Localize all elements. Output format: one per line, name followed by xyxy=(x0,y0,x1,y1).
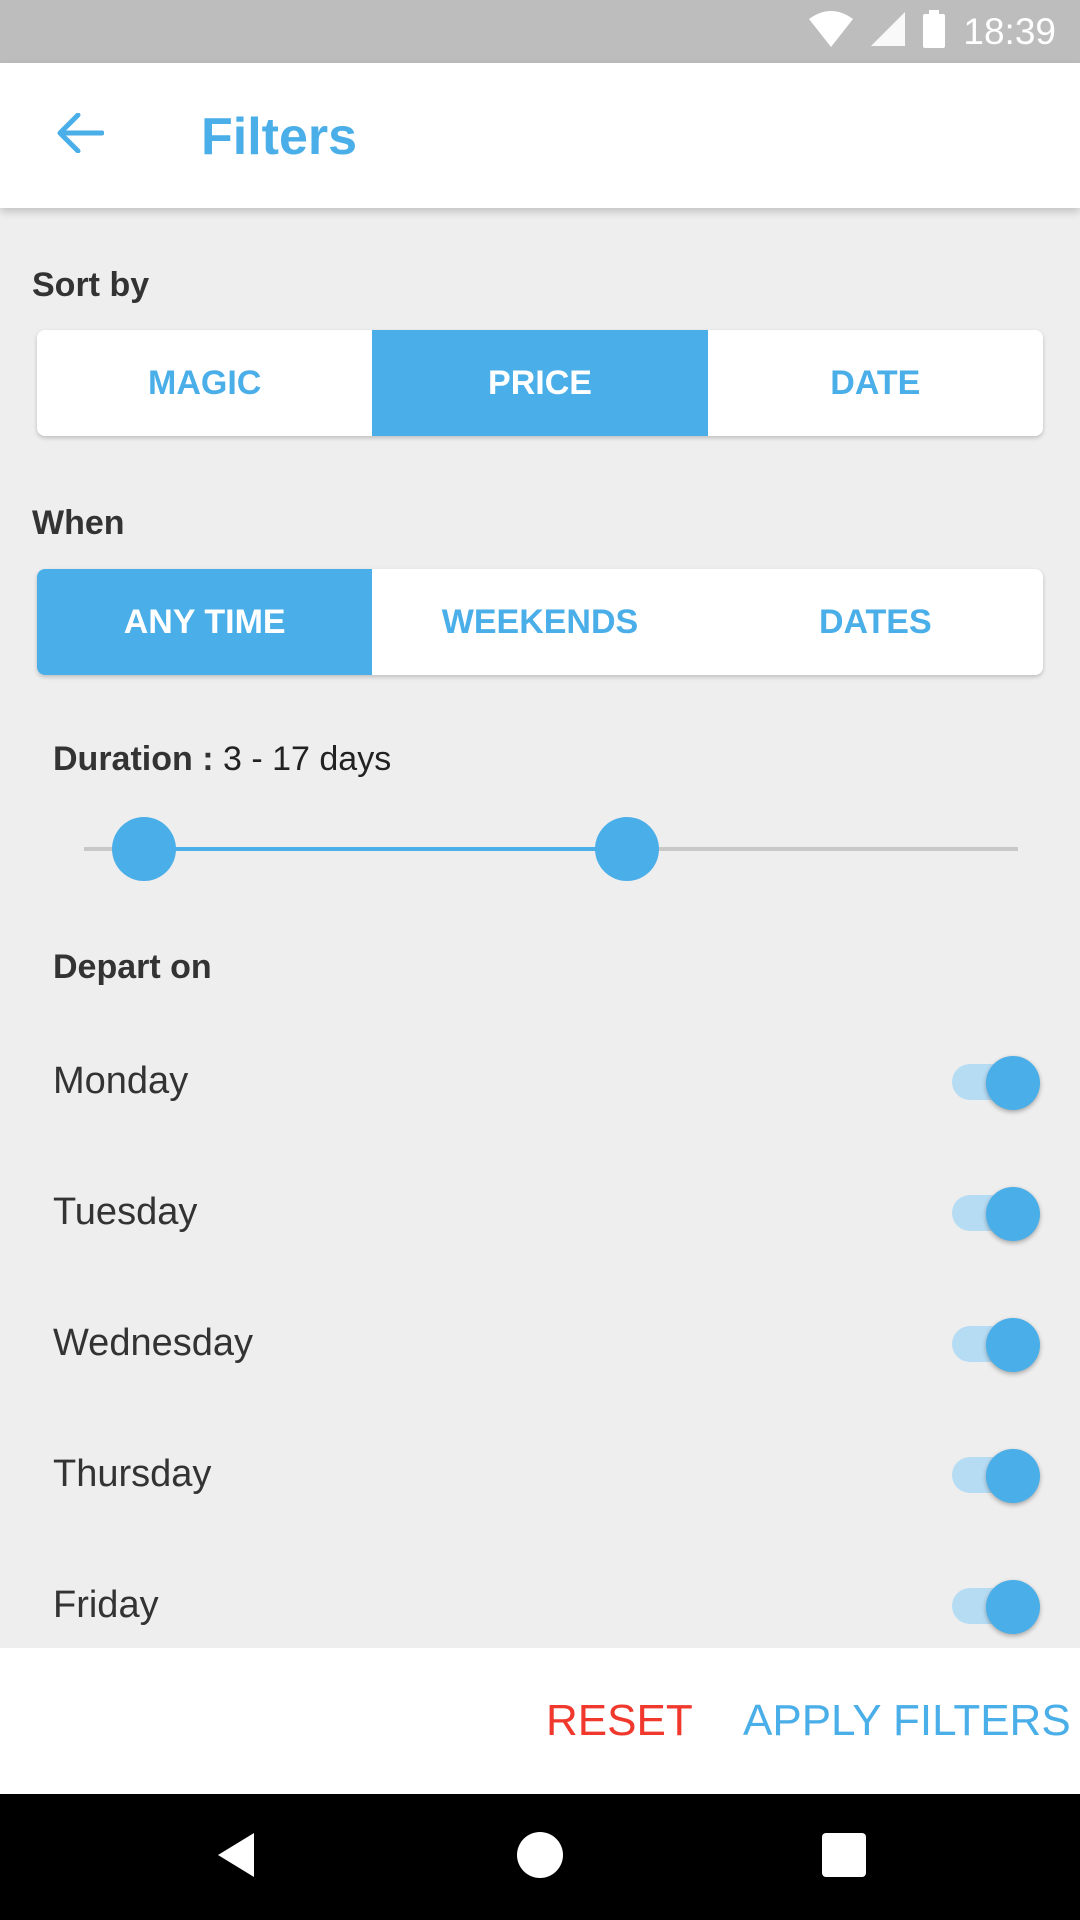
day-row-wednesday: Wednesday xyxy=(0,1278,1080,1409)
when-option-weekends[interactable]: WEEKENDS xyxy=(372,569,707,675)
toggle-knob xyxy=(986,1317,1040,1372)
status-time: 18:39 xyxy=(963,10,1056,52)
day-label: Monday xyxy=(53,1060,189,1102)
when-option-dates[interactable]: DATES xyxy=(708,569,1043,675)
when-segmented-control: ANY TIME WEEKENDS DATES xyxy=(37,569,1043,675)
duration-slider-fill xyxy=(144,847,627,851)
toggle-knob xyxy=(986,1448,1040,1503)
nav-recents-button[interactable] xyxy=(784,1794,904,1920)
wifi-icon xyxy=(809,11,854,52)
toggle-knob xyxy=(986,1579,1040,1634)
toggle-knob xyxy=(986,1186,1040,1241)
sort-by-label: Sort by xyxy=(32,266,150,304)
toggle-knob xyxy=(986,1055,1040,1110)
day-label: Tuesday xyxy=(53,1191,198,1233)
apply-filters-button[interactable]: APPLY FILTERS xyxy=(743,1648,1071,1794)
nav-home-icon xyxy=(516,1831,564,1884)
day-row-thursday: Thursday xyxy=(0,1409,1080,1540)
day-row-tuesday: Tuesday xyxy=(0,1147,1080,1278)
back-button[interactable] xyxy=(48,103,112,167)
sort-by-segmented-control: MAGIC PRICE DATE xyxy=(37,330,1043,436)
depart-on-label: Depart on xyxy=(53,948,212,986)
monday-toggle[interactable] xyxy=(952,1055,1040,1110)
app-bar: Filters xyxy=(0,63,1080,208)
friday-toggle[interactable] xyxy=(952,1579,1040,1634)
duration-min-thumb[interactable] xyxy=(112,817,176,881)
day-label: Thursday xyxy=(53,1453,212,1495)
duration-label-text: Duration : xyxy=(53,740,214,778)
status-bar: 18:39 xyxy=(0,0,1080,63)
duration-label: Duration : 3 - 17 days xyxy=(53,740,391,779)
battery-icon xyxy=(923,10,946,53)
duration-max-thumb[interactable] xyxy=(595,817,659,881)
nav-back-button[interactable] xyxy=(176,1794,296,1920)
action-bar: RESET APPLY FILTERS xyxy=(0,1648,1080,1794)
page-title: Filters xyxy=(201,108,358,166)
tuesday-toggle[interactable] xyxy=(952,1186,1040,1241)
system-nav-bar xyxy=(0,1794,1080,1920)
nav-recents-icon xyxy=(822,1832,866,1882)
sort-option-price[interactable]: PRICE xyxy=(372,330,708,436)
duration-range-slider[interactable] xyxy=(84,817,1018,881)
arrow-back-icon xyxy=(56,112,105,158)
day-row-monday: Monday xyxy=(0,1016,1080,1147)
day-label: Wednesday xyxy=(53,1322,253,1364)
sort-option-date[interactable]: DATE xyxy=(708,330,1043,436)
nav-back-icon xyxy=(214,1831,258,1884)
when-option-any-time[interactable]: ANY TIME xyxy=(37,569,373,675)
thursday-toggle[interactable] xyxy=(952,1448,1040,1503)
cell-signal-icon xyxy=(871,12,906,51)
when-label: When xyxy=(32,504,125,542)
sort-option-magic[interactable]: MAGIC xyxy=(37,330,372,436)
wednesday-toggle[interactable] xyxy=(952,1317,1040,1372)
nav-home-button[interactable] xyxy=(480,1794,600,1920)
duration-value: 3 - 17 days xyxy=(223,740,392,778)
reset-button[interactable]: RESET xyxy=(546,1648,693,1794)
